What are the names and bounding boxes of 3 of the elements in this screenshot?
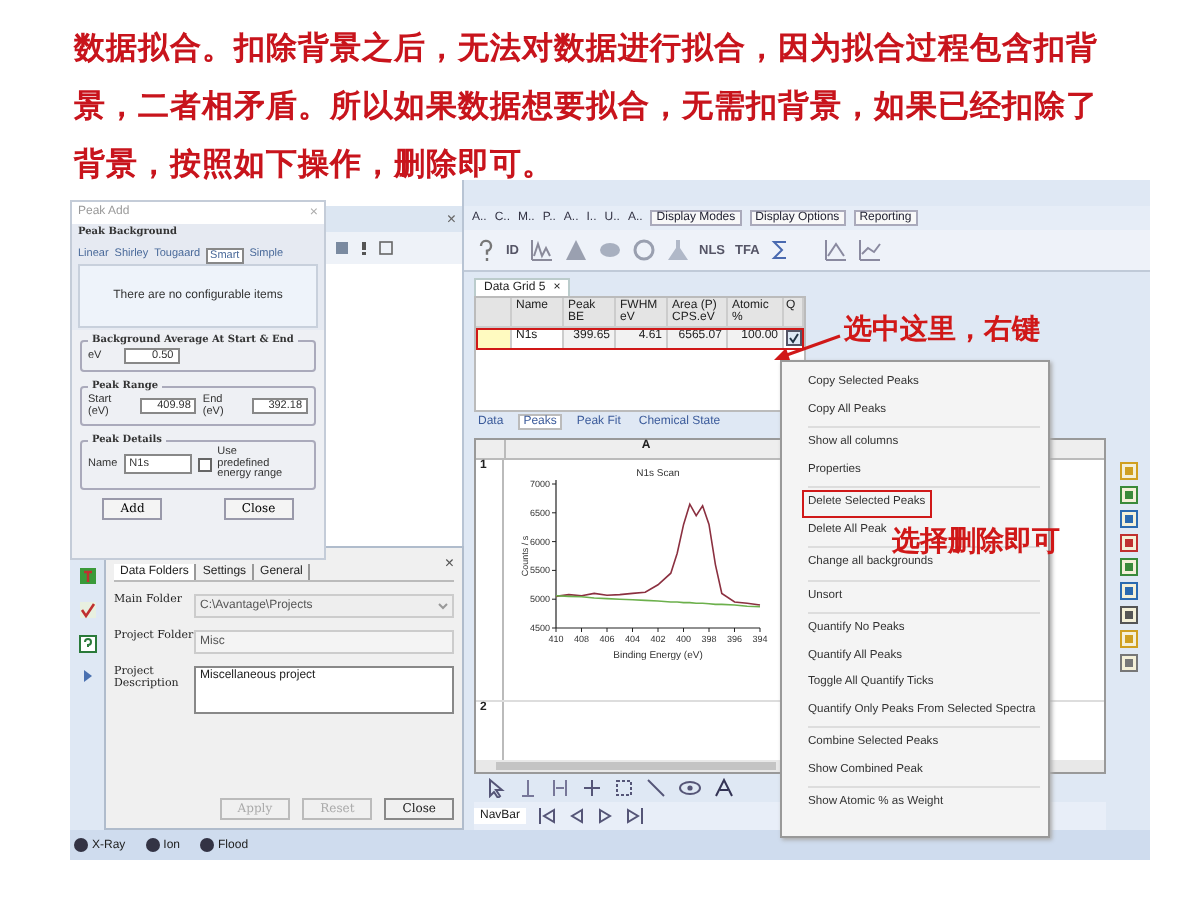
instruction-text: 数据拟合。扣除背景之后，无法对数据进行拟合，因为拟合过程包含扣背景，二者相矛盾。所以如果数据想要拟合，无需扣背景，如果已经扣除了背景，按照如下操作，删除即可。 [74,28,1100,186]
annotation-text: 选中这里，右键 [844,312,1040,348]
annotation-text: 选择删除即可 [892,524,1060,558]
